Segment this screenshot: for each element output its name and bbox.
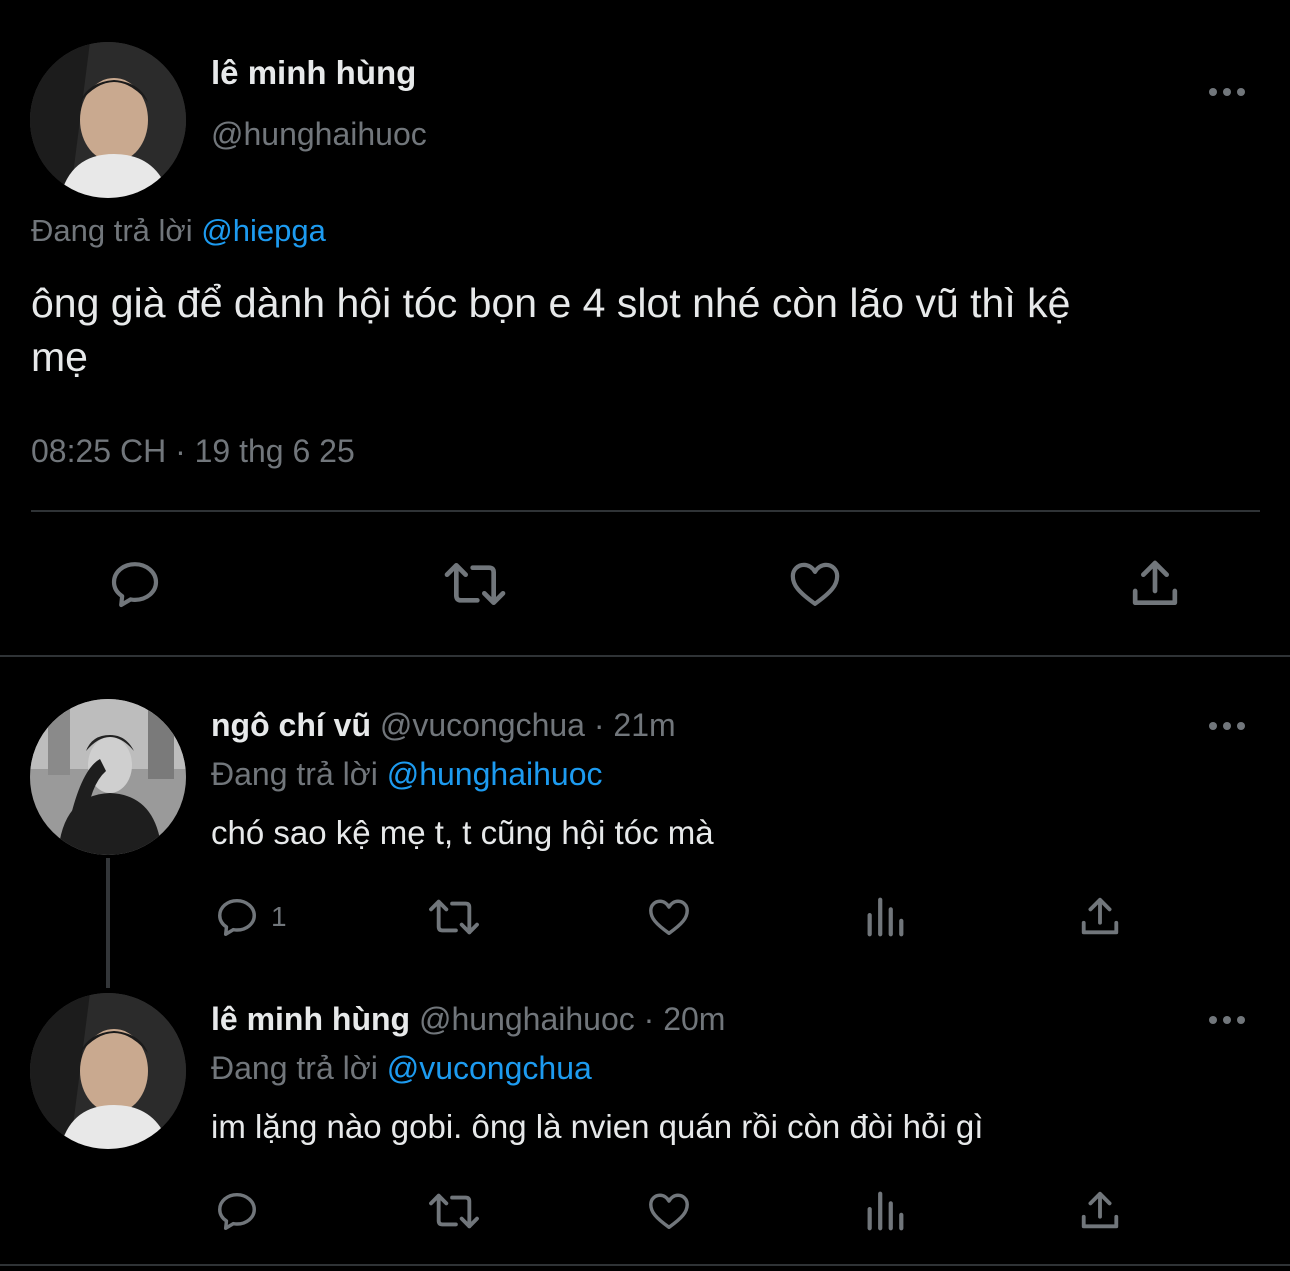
reply-time[interactable]: · 20m: [644, 1001, 726, 1037]
more-icon[interactable]: [1208, 718, 1246, 734]
views-icon: [867, 897, 904, 937]
author-name[interactable]: ngô chí vũ: [211, 707, 371, 743]
reply-button[interactable]: [213, 1188, 261, 1234]
reply-time[interactable]: · 21m: [594, 707, 676, 743]
share-button[interactable]: [1077, 894, 1123, 940]
more-icon[interactable]: [1208, 84, 1246, 100]
reply-count: 1: [271, 901, 287, 932]
bottom-divider: [0, 1264, 1290, 1266]
share-button[interactable]: [1077, 1188, 1123, 1234]
reply-context: Đang trả lời @vucongchua: [211, 1050, 592, 1087]
avatar[interactable]: [30, 699, 186, 855]
share-icon: [1132, 560, 1178, 605]
views-icon: [867, 1191, 904, 1231]
reply-button[interactable]: [106, 556, 164, 612]
retweet-icon: [444, 563, 506, 605]
author-name[interactable]: lê minh hùng: [211, 54, 416, 92]
share-button[interactable]: [1127, 556, 1183, 612]
reply-context: Đang trả lời @hunghaihuoc: [211, 756, 602, 793]
tweet-text-line2: mẹ: [31, 334, 88, 380]
reply-prefix: Đang trả lời: [31, 213, 193, 248]
section-divider: [0, 655, 1290, 657]
share-icon: [1081, 897, 1119, 935]
reply-header: lê minh hùng @hunghaihuoc · 20m: [211, 1001, 725, 1038]
reply-context: Đang trả lời @hiepga: [31, 213, 326, 249]
more-icon[interactable]: [1208, 1012, 1246, 1028]
divider: [31, 510, 1260, 512]
reply-prefix: Đang trả lời: [211, 756, 378, 792]
reply-to-link[interactable]: @hunghaihuoc: [387, 756, 603, 792]
author-name[interactable]: lê minh hùng: [211, 1001, 410, 1037]
avatar[interactable]: [30, 42, 186, 198]
reply-prefix: Đang trả lời: [211, 1050, 378, 1086]
like-icon: [649, 899, 689, 936]
author-handle[interactable]: @hunghaihuoc: [211, 116, 427, 153]
share-icon: [1081, 1191, 1119, 1229]
author-handle[interactable]: @hunghaihuoc: [419, 1001, 635, 1037]
retweet-button[interactable]: [441, 556, 509, 612]
reply-text: chó sao kệ mẹ t, t cũng hội tóc mà: [211, 814, 714, 851]
reply-header: ngô chí vũ @vucongchua · 21m: [211, 707, 676, 744]
reply-icon: [218, 898, 256, 936]
thread-line: [106, 858, 110, 988]
reply-to-link[interactable]: @vucongchua: [387, 1050, 592, 1086]
tweet-text-line1: ông già để dành hội tóc bọn e 4 slot nhé…: [31, 280, 1071, 326]
reply-to-link[interactable]: @hiepga: [201, 213, 326, 248]
retweet-icon: [429, 1193, 479, 1229]
retweet-button[interactable]: [426, 894, 482, 940]
reply-icon: [218, 1192, 256, 1230]
avatar[interactable]: [30, 993, 186, 1149]
views-button[interactable]: [862, 894, 908, 940]
reply-button[interactable]: 1: [213, 894, 287, 940]
tweet-timestamp[interactable]: 08:25 CH · 19 thg 6 25: [31, 433, 355, 470]
views-button[interactable]: [862, 1188, 908, 1234]
author-handle[interactable]: @vucongchua: [380, 707, 585, 743]
reply-icon: [111, 562, 159, 608]
reply-text: im lặng nào gobi. ông là nvien quán rồi …: [211, 1108, 984, 1145]
retweet-icon: [429, 899, 479, 935]
like-icon: [790, 562, 840, 606]
retweet-button[interactable]: [426, 1188, 482, 1234]
like-icon: [649, 1193, 689, 1230]
like-button[interactable]: [785, 556, 845, 612]
like-button[interactable]: [644, 894, 694, 940]
like-button[interactable]: [644, 1188, 694, 1234]
